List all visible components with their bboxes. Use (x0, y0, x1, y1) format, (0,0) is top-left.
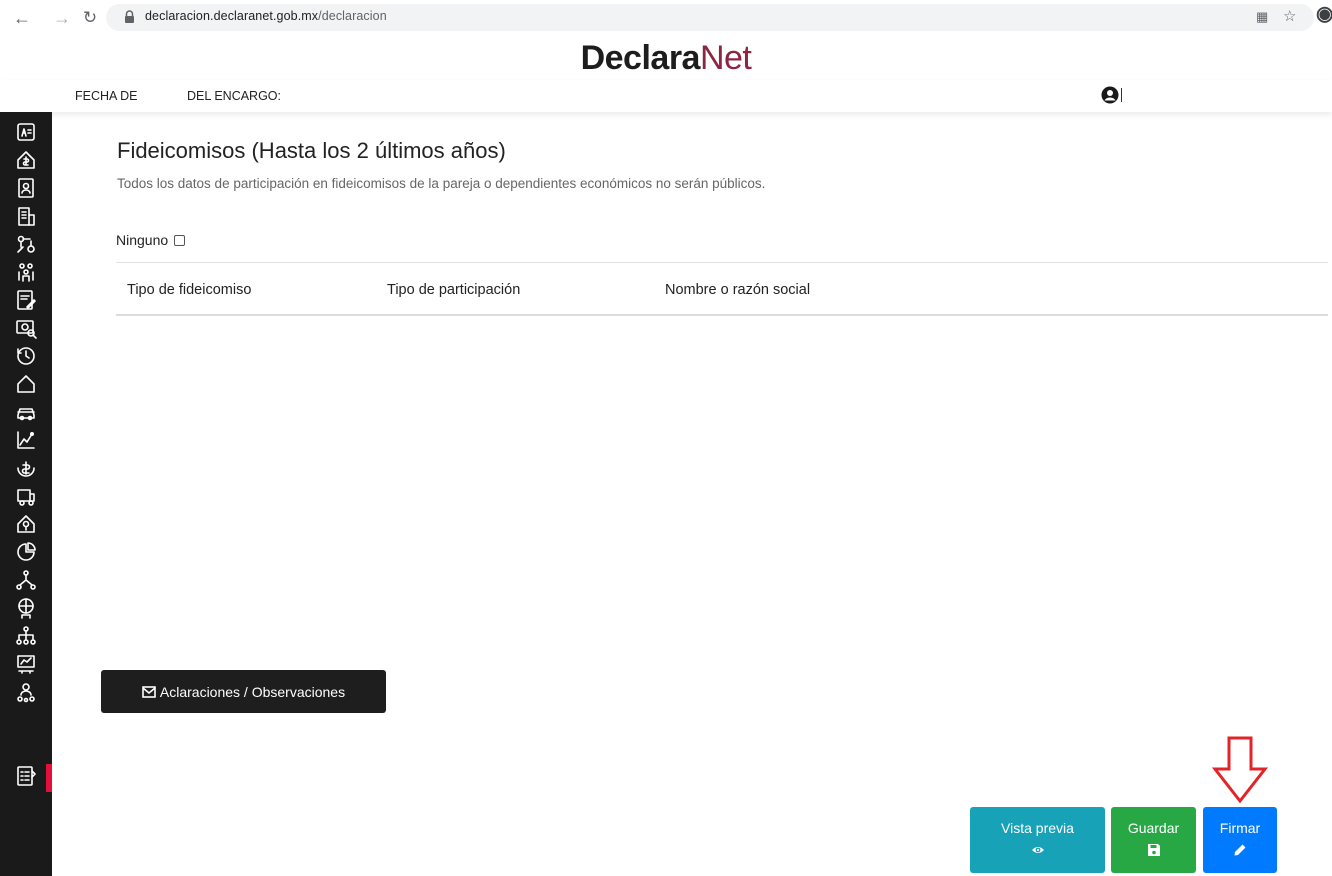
save-label: Guardar (1127, 820, 1180, 836)
envelope-icon (142, 685, 156, 698)
truck-icon[interactable] (14, 484, 38, 508)
browser-toolbar: ← → ↻ declaracion.declaranet.gob.mx/decl… (0, 0, 1332, 36)
forward-icon[interactable]: → (52, 8, 72, 28)
floppy-disk-icon (1147, 844, 1160, 856)
board-chart-icon[interactable] (14, 652, 38, 676)
info-bar: FECHA DE DEL ENCARGO: (0, 80, 1332, 112)
column-header-tipo-participacion: Tipo de participación (387, 282, 521, 298)
pie-chart-icon[interactable] (14, 540, 38, 564)
brand-part1: Declara (580, 39, 701, 77)
pen-icon (1234, 844, 1246, 856)
ninguno-label: Ninguno (116, 232, 169, 248)
reload-icon[interactable]: ↻ (80, 8, 100, 28)
home-icon[interactable] (14, 372, 38, 396)
page-subtitle: Todos los datos de participación en fide… (117, 176, 766, 191)
user-circle-icon[interactable] (1101, 86, 1119, 104)
url-path: /declaracion (318, 9, 387, 23)
id-card-icon[interactable] (14, 120, 38, 144)
aclaraciones-button[interactable]: Aclaraciones / Observaciones (101, 670, 386, 713)
ninguno-option[interactable]: Ninguno (116, 232, 186, 248)
save-button[interactable]: Guardar (1111, 807, 1196, 873)
hand-money-icon[interactable] (14, 456, 38, 480)
sign-label: Firmar (1219, 820, 1261, 836)
ninguno-checkbox[interactable] (174, 234, 186, 246)
family-icon[interactable] (14, 260, 38, 284)
column-header-tipo-fideicomiso: Tipo de fideicomiso (127, 282, 252, 298)
arrow-down-icon (1212, 736, 1268, 804)
connections-icon[interactable] (14, 232, 38, 256)
translate-icon[interactable]: ▦ (1256, 7, 1268, 27)
url-text[interactable]: declaracion.declaranet.gob.mx/declaracio… (145, 9, 387, 23)
url-host: declaracion.declaranet.gob.mx (145, 9, 319, 23)
hierarchy-icon[interactable] (14, 568, 38, 592)
sign-button[interactable]: Firmar (1203, 807, 1277, 873)
brand-logo: DeclaraNet (0, 36, 1332, 80)
chart-line-icon[interactable] (14, 428, 38, 452)
edit-document-icon[interactable] (14, 288, 38, 312)
globe-people-icon[interactable] (14, 596, 38, 620)
house-pin-icon[interactable] (14, 512, 38, 536)
aclaraciones-label: Aclaraciones / Observaciones (159, 683, 346, 700)
column-header-nombre-razon-social: Nombre o razón social (665, 282, 811, 298)
money-search-icon[interactable] (14, 316, 38, 340)
lock-icon (125, 10, 134, 23)
checklist-icon[interactable] (14, 764, 38, 788)
active-indicator (46, 764, 52, 792)
organization-icon[interactable] (14, 624, 38, 648)
preview-label: Vista previa (1001, 820, 1074, 836)
star-icon[interactable]: ☆ (1283, 7, 1296, 27)
encargo-label: DEL ENCARGO: (187, 89, 282, 103)
history-icon[interactable] (14, 344, 38, 368)
brand-part2: Net (699, 39, 752, 77)
table-header-divider (116, 314, 1328, 316)
page-title: Fideicomisos (Hasta los 2 últimos años) (117, 138, 506, 163)
user-divider (1121, 88, 1122, 102)
car-icon[interactable] (14, 400, 38, 424)
profile-icon[interactable]: ◉ (1316, 4, 1332, 24)
building-icon[interactable] (14, 204, 38, 228)
eye-icon (1031, 847, 1044, 853)
table-top-divider (116, 262, 1328, 263)
preview-button[interactable]: Vista previa (970, 807, 1105, 873)
people-network-icon[interactable] (14, 680, 38, 704)
house-money-icon[interactable] (14, 148, 38, 172)
document-person-icon[interactable] (14, 176, 38, 200)
back-icon[interactable]: ← (12, 8, 32, 28)
fecha-label: FECHA DE (75, 89, 138, 103)
